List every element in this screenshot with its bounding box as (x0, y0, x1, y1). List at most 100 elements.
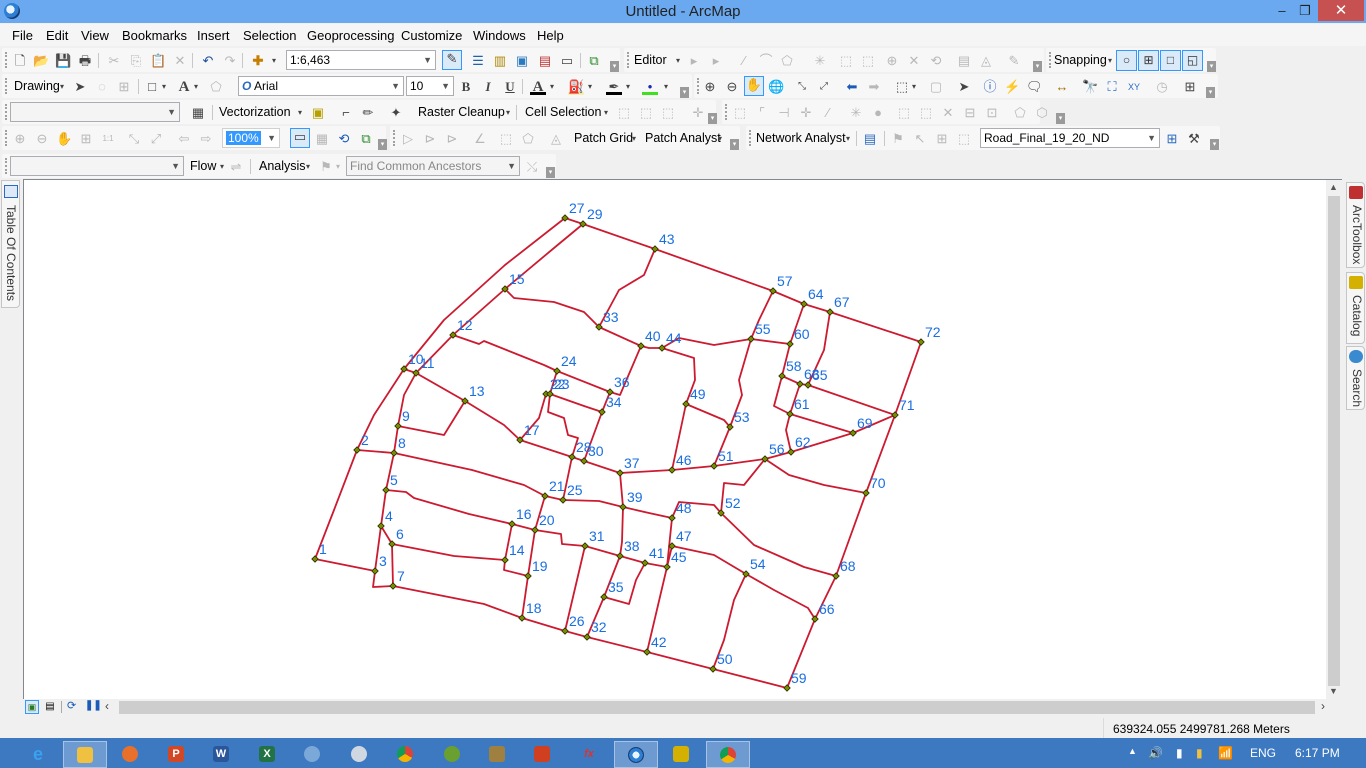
zoom-in-icon[interactable]: ⊕ (702, 79, 718, 95)
junction-point[interactable] (796, 380, 804, 388)
sketch-polygon-icon[interactable]: ⬠ (520, 131, 536, 147)
rotate-tool-icon[interactable]: ⟲ (928, 53, 944, 69)
focus-data-frame-icon[interactable]: ▦ (314, 131, 330, 147)
junction-point[interactable] (786, 340, 794, 348)
raster-snapping-icon[interactable]: ▣ (310, 105, 326, 121)
menu-selection[interactable]: Selection (243, 28, 296, 43)
junction-point[interactable] (663, 563, 671, 571)
select-elements-icon[interactable]: ➤ (72, 79, 88, 95)
end-snapping-button[interactable]: ⊞ (1138, 50, 1159, 71)
junction-point[interactable] (643, 648, 651, 656)
select-features-icon[interactable]: ⬚ (894, 79, 910, 95)
close-button[interactable]: ✕ (1318, 0, 1364, 21)
trace-task-combo[interactable]: Find Common Ancestors ▼ (346, 156, 520, 176)
road-segment[interactable] (549, 391, 611, 413)
marker-color-icon[interactable]: • (642, 79, 658, 95)
analysis-dropdown-icon[interactable]: ▾ (304, 159, 312, 175)
construction-tools-icon[interactable]: ⬠ (779, 53, 795, 69)
flow-dropdown-icon[interactable]: ▾ (218, 159, 226, 175)
network-identify-icon[interactable]: ⊞ (1164, 131, 1180, 147)
input-language[interactable]: ENG (1250, 746, 1276, 760)
find-icon[interactable]: 🔭 (1082, 79, 1098, 95)
menu-windows[interactable]: Windows (473, 28, 526, 43)
toolbar-options-icon[interactable]: ▾ (1207, 61, 1216, 72)
drawing-menu[interactable]: Drawing (14, 79, 60, 93)
add-flag-icon[interactable]: ⚑ (318, 159, 334, 175)
drawing-dropdown-icon[interactable]: ▾ (58, 79, 66, 95)
taskbar-app-fx[interactable]: fx (567, 741, 611, 768)
create-viewer-window-icon[interactable]: ⊞ (1182, 79, 1198, 95)
full-extent-icon[interactable]: 🌐 (768, 79, 784, 95)
pause-drawing-icon[interactable]: ❚❚ (85, 700, 102, 711)
junction-point[interactable] (891, 411, 899, 419)
cut-icon[interactable]: ✂ (106, 53, 122, 69)
taskbar-paint[interactable] (290, 741, 334, 768)
taskbar-file-explorer[interactable] (63, 741, 107, 768)
create-network-location-icon[interactable]: ⚑ (890, 131, 906, 147)
junction-point[interactable] (541, 492, 549, 500)
toolbar-options-icon[interactable]: ▾ (1033, 61, 1042, 72)
pan-icon[interactable]: ✋ (744, 76, 764, 96)
vectorization-dropdown-icon[interactable]: ▾ (296, 105, 304, 121)
junction-point[interactable] (382, 486, 390, 494)
data-driven-pages-icon[interactable]: ⧉ (358, 131, 374, 147)
network-signal-icon[interactable]: 📶 (1218, 746, 1233, 760)
taskbar-chrome[interactable] (383, 741, 427, 768)
vectorization-settings-icon[interactable]: ▦ (190, 105, 206, 121)
font-size-combo[interactable]: 10 ▼ (406, 76, 454, 96)
show-hidden-icons[interactable]: ▲ (1128, 746, 1137, 756)
raster-eraser-icon[interactable]: ✦ (388, 105, 404, 121)
topology-rules-icon[interactable]: ⬡ (1034, 105, 1050, 121)
html-popup-icon[interactable]: 🗨 (1026, 79, 1043, 95)
raster-cleanup-menu[interactable]: Raster Cleanup (418, 105, 505, 119)
junction-point[interactable] (641, 559, 649, 567)
open-folder-icon[interactable]: 📂 (33, 53, 49, 69)
add-flag-dropdown-icon[interactable]: ▾ (334, 159, 342, 175)
junction-point[interactable] (832, 572, 840, 580)
toolbar-options-icon[interactable]: ▾ (1056, 113, 1065, 124)
map-topology-icon[interactable]: ⬚ (732, 105, 748, 121)
taskbar-word[interactable]: W (199, 741, 243, 768)
junction-point[interactable] (583, 633, 591, 641)
horizontal-scroll-track[interactable] (119, 701, 1315, 714)
road-segment[interactable] (773, 375, 854, 434)
model-builder-icon[interactable]: ⧉ (586, 53, 602, 69)
road-segment[interactable] (720, 512, 837, 577)
menu-insert[interactable]: Insert (197, 28, 230, 43)
menu-geoprocessing[interactable]: Geoprocessing (307, 28, 394, 43)
solve-trace-icon[interactable]: ⤯ (524, 159, 540, 175)
select-point-icon[interactable]: ▷ (400, 131, 416, 147)
toolbar-grip[interactable] (5, 52, 7, 68)
cell-selection-dropdown-icon[interactable]: ▾ (602, 105, 610, 121)
taskbar-powerpoint[interactable]: P (154, 741, 198, 768)
menu-view[interactable]: View (81, 28, 109, 43)
add-data-icon[interactable]: ✚ (250, 53, 266, 69)
fixed-zoom-in-icon[interactable]: ⤡ (794, 79, 810, 95)
construct-features-icon[interactable]: ∕ (820, 105, 836, 121)
system-clock[interactable]: 6:17 PM (1295, 746, 1340, 760)
reshape-edge-icon[interactable]: ⬚ (918, 105, 934, 121)
vectorization-trace-icon[interactable]: ⌐ (338, 105, 354, 121)
create-features-icon[interactable]: ✎ (1006, 53, 1022, 69)
layout-pan-icon[interactable]: ✋ (56, 131, 72, 147)
marker-color-dropdown-icon[interactable]: ▾ (662, 79, 670, 95)
toolbar-options-icon[interactable]: ▾ (708, 113, 717, 124)
rectangle-dropdown-icon[interactable]: ▾ (160, 79, 168, 95)
toolbar-options-icon[interactable]: ▾ (546, 167, 555, 178)
junction-point[interactable] (619, 503, 627, 511)
show-shared-features-icon[interactable]: ⊣ (776, 105, 792, 121)
select-features-dropdown-icon[interactable]: ▾ (910, 79, 918, 95)
battery-icon[interactable]: ▮ (1176, 746, 1183, 760)
catalog-window-icon[interactable]: ▥ (492, 53, 508, 69)
save-icon[interactable]: 💾 (55, 53, 71, 69)
menu-customize[interactable]: Customize (401, 28, 462, 43)
planarize-icon[interactable]: ⬚ (896, 105, 912, 121)
find-route-icon[interactable]: ⛶ (1104, 79, 1120, 95)
vertex-snapping-button[interactable]: □ (1160, 50, 1181, 71)
edit-annotation-icon[interactable]: ▸ (708, 53, 724, 69)
scroll-left-icon[interactable]: ‹ (105, 699, 109, 713)
fixed-zoom-out-layout-icon[interactable]: ⤢ (148, 131, 164, 147)
new-document-icon[interactable]: 🗋 (12, 53, 28, 69)
font-family-combo[interactable]: O Arial ▼ (238, 76, 404, 96)
road-segment[interactable] (356, 449, 722, 519)
